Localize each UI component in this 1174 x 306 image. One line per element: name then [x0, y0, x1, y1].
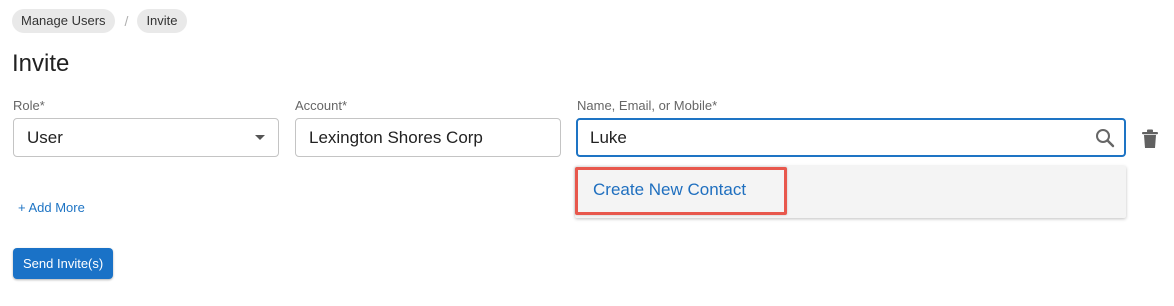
- account-value: Lexington Shores Corp: [309, 127, 483, 147]
- role-value: User: [27, 127, 63, 147]
- breadcrumb: Manage Users / Invite: [12, 9, 187, 33]
- role-select[interactable]: User: [13, 118, 279, 157]
- breadcrumb-manage-users[interactable]: Manage Users: [12, 9, 115, 33]
- send-invites-button[interactable]: Send Invite(s): [13, 248, 114, 279]
- contact-label: Name, Email, or Mobile*: [577, 98, 718, 113]
- chevron-down-icon: [255, 135, 265, 140]
- trash-icon[interactable]: [1141, 129, 1159, 149]
- breadcrumb-invite[interactable]: Invite: [137, 9, 187, 33]
- page-title: Invite: [12, 50, 70, 77]
- account-field[interactable]: Lexington Shores Corp: [295, 118, 561, 157]
- breadcrumb-separator: /: [124, 13, 129, 29]
- autocomplete-dropdown: Create New Contact: [575, 166, 1126, 218]
- account-label: Account*: [295, 98, 348, 113]
- role-label: Role*: [13, 98, 45, 113]
- add-more-link[interactable]: + Add More: [18, 200, 85, 215]
- contact-search-value: Luke: [590, 127, 627, 147]
- contact-search-input[interactable]: Luke: [576, 118, 1126, 157]
- search-icon[interactable]: [1094, 127, 1116, 149]
- create-new-contact-option[interactable]: Create New Contact: [575, 167, 787, 215]
